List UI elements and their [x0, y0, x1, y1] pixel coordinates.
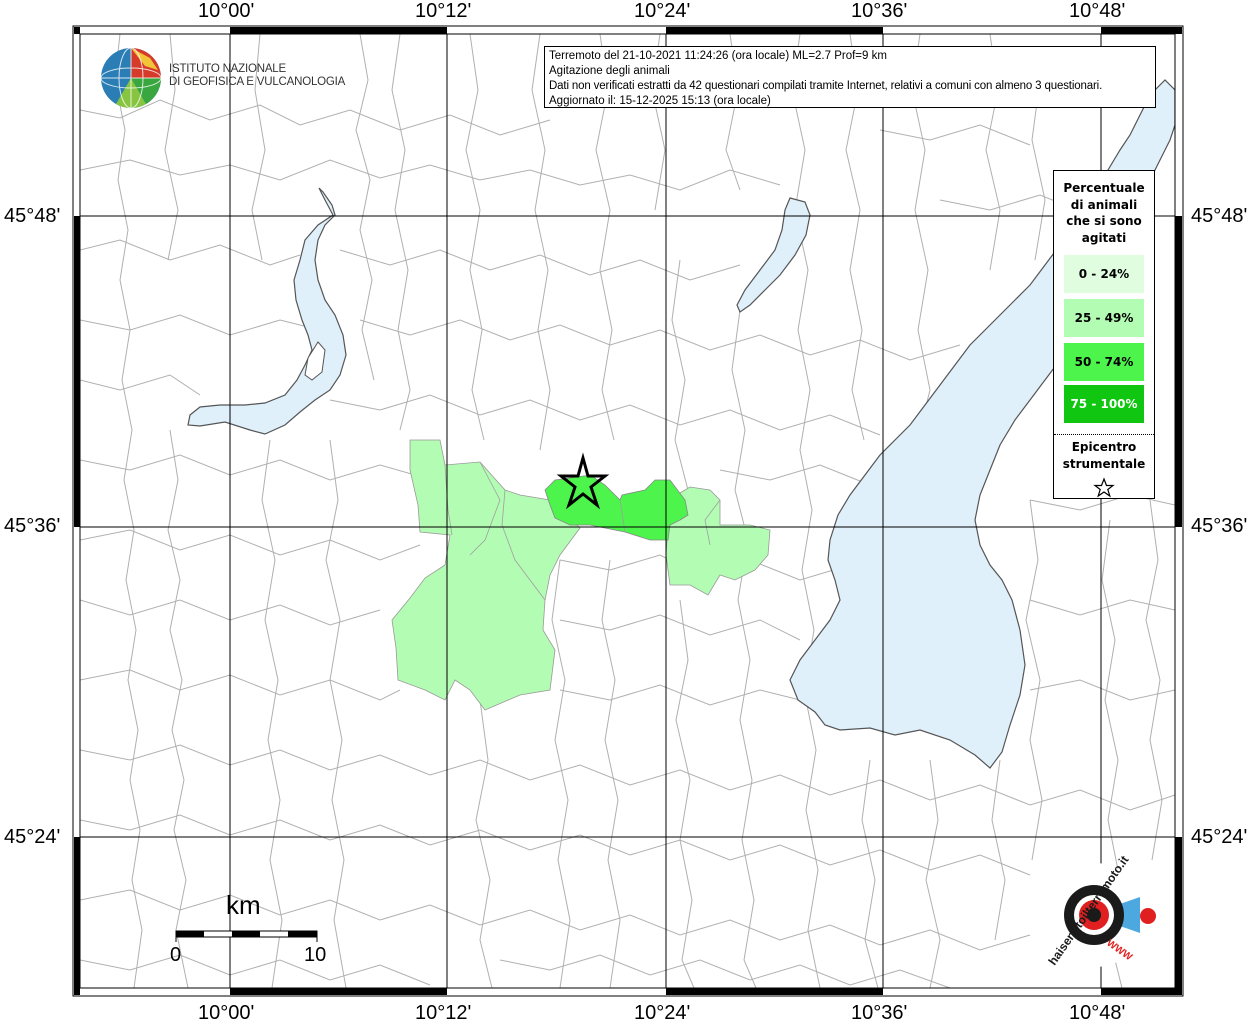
legend-class-50-74: 50 - 74% [1064, 343, 1144, 381]
scale-end: 10 [304, 944, 327, 966]
map [72, 25, 1184, 997]
legend-separator [1054, 434, 1154, 435]
legend: Percentuale di animali che si sono agita… [1053, 170, 1155, 499]
legend-epicenter-line: strumentale [1062, 457, 1146, 471]
legend-epicenter-label: Epicentro strumentale [1054, 439, 1154, 473]
legend-star-icon [1093, 477, 1115, 498]
event-title: Terremoto del 21-10-2021 11:24:26 (ora l… [549, 50, 887, 62]
ingv-line-2: DI GEOFISICA E VULCANOLOGIA [169, 76, 346, 88]
legend-title-line: che si sono [1066, 214, 1142, 228]
legend-title-line: Percentuale [1063, 181, 1145, 195]
legend-class-0-24: 0 - 24% [1064, 255, 1144, 293]
ingv-line-1: ISTITUTO NAZIONALE [169, 63, 286, 75]
scale-unit: km [226, 890, 261, 920]
event-updated: Aggiornato il: 15-12-2025 15:13 (ora loc… [549, 95, 771, 107]
event-subtitle: Agitazione degli animali [549, 65, 670, 77]
legend-epicenter-line: Epicentro [1071, 440, 1137, 454]
legend-class-75-100: 75 - 100% [1064, 385, 1144, 423]
legend-title: Percentuale di animali che si sono agita… [1054, 180, 1154, 246]
event-info-box: Terremoto del 21-10-2021 11:24:26 (ora l… [544, 46, 1156, 108]
legend-class-25-49: 25 - 49% [1064, 299, 1144, 337]
event-data-note: Dati non verificati estratti da 42 quest… [549, 80, 1103, 92]
scale-start: 0 [170, 944, 182, 966]
ingv-logo-icon [100, 47, 162, 109]
legend-title-line: di animali [1070, 197, 1138, 212]
legend-title-line: agitati [1081, 230, 1127, 245]
ingv-logo-text: ISTITUTO NAZIONALE DI GEOFISICA E VULCAN… [169, 63, 345, 89]
